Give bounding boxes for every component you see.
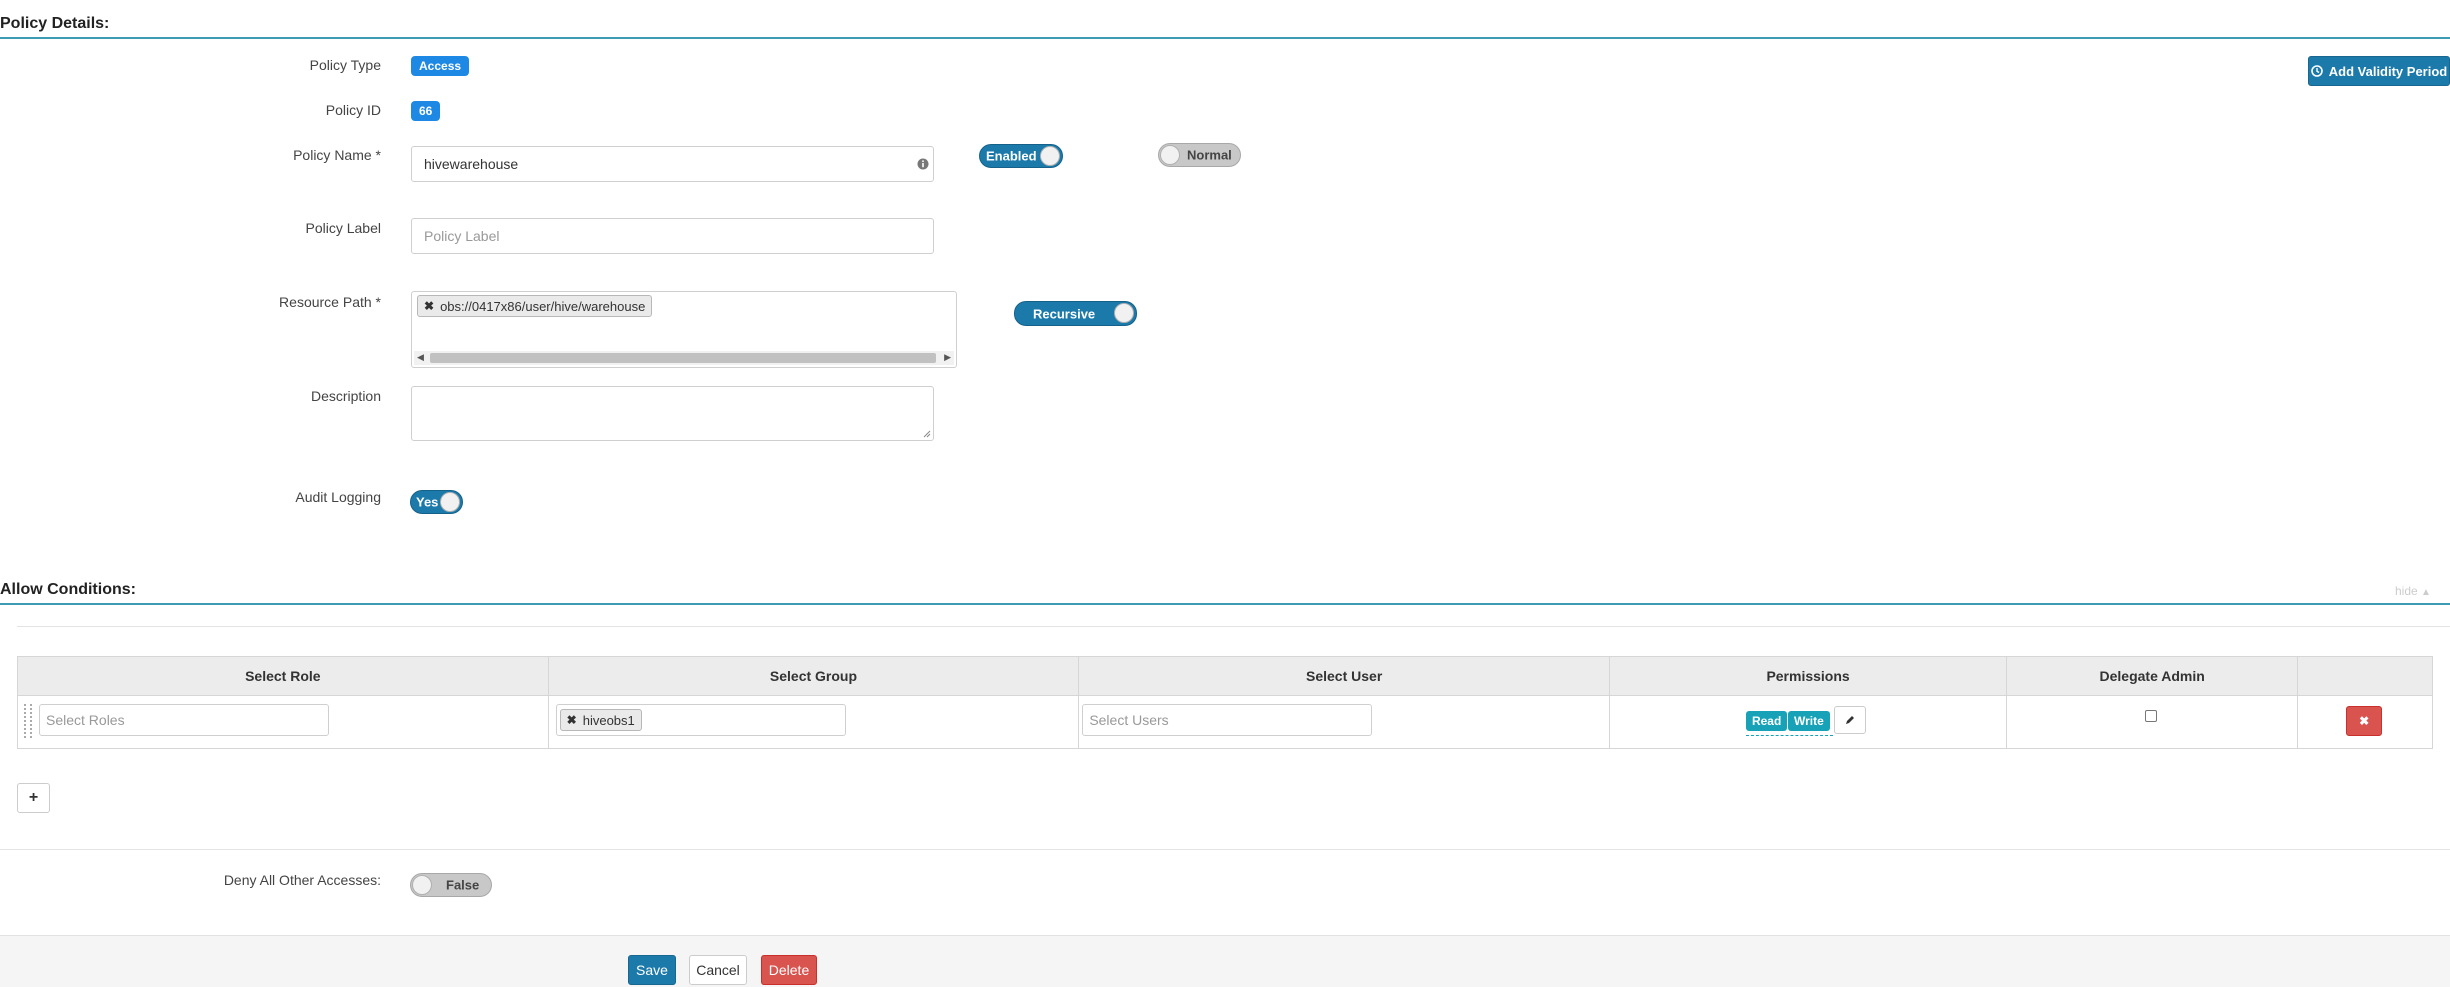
policy-id-label: Policy ID [325,102,381,118]
deny-all-toggle[interactable]: False [410,873,492,897]
resize-handle-icon[interactable] [923,430,931,438]
allow-conditions-title: Allow Conditions: [0,581,136,598]
policy-label-label: Policy Label [305,220,382,236]
column-header: Select Group [547,656,1080,696]
plus-icon: + [28,789,39,806]
close-icon: ✖ [2359,714,2370,728]
resource-path-chip[interactable]: ✖ obs://0417x86/user/hive/warehouse [417,295,653,317]
enabled-toggle-label: Enabled [986,148,1037,164]
recursive-toggle-label: Recursive [1033,306,1096,321]
table-header-row: Select Role Select Group Select User Per… [17,656,2433,696]
deny-all-toggle-label: False [446,877,480,893]
resource-path-input[interactable]: ✖ obs://0417x86/user/hive/warehouse ◀ ▶ [411,291,957,368]
enabled-toggle[interactable]: Enabled [979,144,1063,168]
resource-path-scrollbar[interactable]: ◀ ▶ [414,351,954,365]
deny-all-toggle-knob [412,875,432,895]
recursive-toggle[interactable]: Recursive [1014,301,1137,326]
normal-toggle-knob [1160,145,1180,165]
select-roles-input[interactable]: Select Roles [39,704,329,736]
footer-bar [0,935,2450,987]
deny-all-label: Deny All Other Accesses: [223,872,381,888]
hide-link-text: hide [2395,584,2418,598]
permission-read-tag[interactable]: Read [1745,711,1788,731]
column-header: Select User [1078,656,1610,696]
select-group-cell: ✖ hiveobs1 [547,695,1080,749]
allow-conditions-table: Select Role Select Group Select User Per… [17,656,2433,749]
column-header: Select Role [17,656,549,696]
policy-name-value: hivewarehouse [424,156,519,172]
group-chip-text: hiveobs1 [582,712,635,728]
permissions-cell: Read Write [1608,695,2008,749]
select-users-placeholder: Select Users [1089,712,1169,728]
policy-details-title: Policy Details: [0,15,110,32]
column-header: Permissions [1608,656,2008,696]
hide-link[interactable]: hide ▲ [2395,584,2431,598]
select-group-input[interactable]: ✖ hiveobs1 [555,704,846,736]
audit-logging-label: Audit Logging [295,489,381,505]
save-button[interactable]: Save [628,955,676,985]
drag-handle-icon[interactable] [24,704,32,738]
scrollbar-thumb[interactable] [430,353,936,363]
audit-logging-toggle-knob [440,492,460,512]
policy-label-input[interactable]: Policy Label [411,218,934,254]
allow-conditions-subdivider [17,626,2450,627]
policy-label-placeholder: Policy Label [424,228,500,244]
edit-permissions-button[interactable] [1833,706,1866,734]
description-textarea[interactable] [411,386,934,441]
select-users-input[interactable]: Select Users [1082,704,1373,736]
audit-logging-toggle[interactable]: Yes [410,490,463,514]
scroll-right-icon[interactable]: ▶ [944,352,951,363]
delegate-admin-checkbox[interactable] [2145,710,2158,722]
policy-type-badge: Access [411,56,470,76]
remove-row-cell: ✖ [2297,695,2433,749]
enabled-toggle-knob [1040,146,1060,166]
delegate-admin-cell [2006,695,2299,749]
permissions-underline [1745,735,1833,736]
resource-path-label: Resource Path * [279,294,381,310]
remove-condition-button[interactable]: ✖ [2346,706,2383,736]
add-validity-period-label: Add Validity Period [2328,63,2448,79]
clock-icon [2310,65,2323,77]
cancel-button[interactable]: Cancel [689,955,747,985]
column-header: Delegate Admin [2006,656,2299,696]
normal-toggle[interactable]: Normal [1158,143,1241,167]
deny-divider [0,849,2450,850]
select-roles-placeholder: Select Roles [46,712,125,728]
table-row: Select Roles ✖ hiveobs1 Select Users Rea… [17,695,2433,749]
description-label: Description [310,388,381,404]
audit-logging-toggle-label: Yes [416,494,439,510]
add-validity-period-button[interactable]: Add Validity Period [2308,56,2450,86]
policy-type-label: Policy Type [309,57,381,73]
remove-chip-icon[interactable]: ✖ [424,299,434,313]
normal-toggle-label: Normal [1187,147,1232,163]
resource-path-chip-text: obs://0417x86/user/hive/warehouse [440,298,646,314]
scroll-left-icon[interactable]: ◀ [417,352,424,363]
add-condition-button[interactable]: + [17,783,50,813]
select-user-cell: Select Users [1078,695,1610,749]
chevron-up-icon: ▲ [2421,587,2431,598]
policy-name-input[interactable]: hivewarehouse [411,146,934,182]
permission-write-tag[interactable]: Write [1787,711,1830,731]
info-icon[interactable] [917,158,929,170]
policy-details-divider [0,37,2450,39]
select-role-cell: Select Roles [17,695,549,749]
column-header [2297,656,2433,696]
allow-conditions-divider [0,603,2450,605]
policy-name-label: Policy Name * [293,147,381,163]
group-chip[interactable]: ✖ hiveobs1 [559,709,642,731]
policy-id-badge: 66 [411,101,441,121]
delete-button[interactable]: Delete [761,955,817,985]
pencil-icon [1845,716,1854,724]
recursive-toggle-knob [1114,303,1134,323]
remove-chip-icon[interactable]: ✖ [567,713,577,727]
